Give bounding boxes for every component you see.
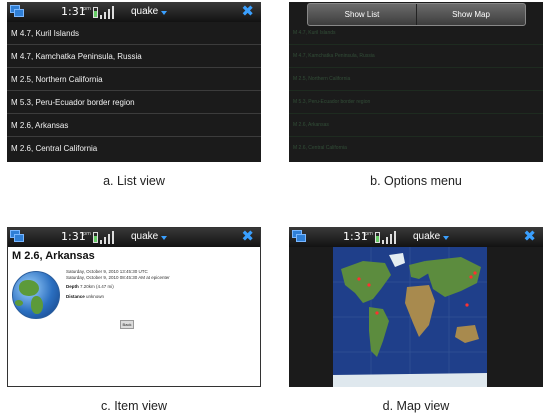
quake-title: M 2.6, Arkansas — [12, 250, 95, 262]
app-title[interactable]: quake — [131, 6, 158, 17]
dropdown-caret-icon[interactable] — [161, 236, 167, 240]
list-item: M 5.3, Peru-Ecuador border region — [289, 91, 543, 114]
show-list-button[interactable]: Show List — [308, 4, 416, 25]
close-icon[interactable]: ✖ — [241, 3, 254, 20]
clock-time: 1:31 — [61, 5, 86, 18]
earthquake-list: M 4.7, Kuril Islands M 4.7, Kamchatka Pe… — [7, 22, 261, 160]
list-item[interactable]: M 2.6, Central California — [7, 137, 261, 160]
status-icons — [93, 230, 117, 245]
clock-ampm: pm — [83, 231, 92, 237]
status-bar: 1:31 pm quake ✖ — [7, 2, 261, 22]
clock-ampm: pm — [83, 6, 92, 12]
dropdown-caret-icon[interactable] — [443, 236, 449, 240]
epicenter-time: Saturday, October 9, 2010 08:45:30 AM at… — [66, 275, 170, 280]
depth-value: 7.20km (4.47 mi) — [80, 284, 114, 289]
caption-map-view: d. Map view — [382, 399, 450, 413]
depth-label: Depth — [66, 284, 79, 289]
caption-options-menu: b. Options menu — [370, 174, 462, 188]
back-button[interactable]: Back — [120, 320, 134, 329]
options-menu-screen: M 4.7, Kuril Islands M 4.7, Kamchatka Pe… — [289, 2, 543, 162]
dropdown-caret-icon[interactable] — [161, 11, 167, 15]
caption-item-view: c. Item view — [101, 399, 167, 413]
quake-marker — [465, 303, 469, 307]
map-view-screen: 1:31 pm quake ✖ — [289, 227, 543, 387]
list-item: M 2.5, Northern California — [289, 68, 543, 91]
item-view-screen: 1:31 pm quake ✖ M 2.6, Arkansas Saturday… — [7, 227, 261, 387]
distance-label: Distance — [66, 294, 85, 299]
depth-row: Depth 7.20km (4.47 mi) — [66, 284, 114, 290]
clock-time: 1:31 — [61, 230, 86, 243]
list-item[interactable]: M 4.7, Kuril Islands — [7, 22, 261, 45]
clock-ampm: pm — [365, 231, 374, 237]
world-map[interactable] — [333, 247, 487, 387]
signal-icon — [100, 6, 116, 19]
app-title[interactable]: quake — [131, 231, 158, 242]
quake-marker — [375, 311, 379, 315]
status-bar: 1:31 pm quake ✖ — [8, 228, 260, 247]
list-item[interactable]: M 2.6, Arkansas — [7, 114, 261, 137]
battery-icon — [375, 232, 380, 243]
signal-icon — [382, 231, 398, 244]
list-item: M 2.6, Arkansas — [289, 114, 543, 137]
close-icon[interactable]: ✖ — [241, 228, 254, 245]
distance-row: Distance unknown — [66, 294, 104, 300]
task-switcher-icon[interactable] — [292, 230, 307, 243]
list-view-screen: 1:31 pm quake ✖ M 4.7, Kuril Islands M 4… — [7, 2, 261, 162]
list-item: M 2.6, Central California — [293, 145, 347, 151]
close-icon[interactable]: ✖ — [523, 228, 536, 245]
options-menu: Show List Show Map — [307, 3, 526, 26]
quake-marker — [469, 275, 473, 279]
quake-marker — [357, 277, 361, 281]
task-switcher-icon[interactable] — [10, 5, 25, 18]
app-title[interactable]: quake — [413, 231, 440, 242]
quake-marker — [367, 283, 371, 287]
distance-value: unknown — [86, 294, 105, 299]
list-item[interactable]: M 2.5, Northern California — [7, 68, 261, 91]
list-item: M 4.7, Kamchatka Peninsula, Russia — [289, 45, 543, 68]
quake-marker — [473, 271, 477, 275]
clock-time: 1:31 — [343, 230, 368, 243]
list-item[interactable]: M 4.7, Kamchatka Peninsula, Russia — [7, 45, 261, 68]
status-icons — [375, 230, 399, 245]
task-switcher-icon[interactable] — [10, 230, 25, 243]
antarctica-shape — [333, 373, 487, 387]
battery-icon — [93, 232, 98, 243]
caption-list-view: a. List view — [103, 174, 165, 188]
status-bar: 1:31 pm quake ✖ — [289, 227, 543, 247]
list-item[interactable]: M 5.3, Peru-Ecuador border region — [7, 91, 261, 114]
signal-icon — [100, 231, 116, 244]
show-map-button[interactable]: Show Map — [416, 4, 525, 25]
dimmed-list: M 4.7, Kuril Islands M 4.7, Kamchatka Pe… — [289, 22, 543, 160]
globe-icon — [12, 271, 60, 319]
battery-icon — [93, 7, 98, 18]
status-icons — [93, 5, 117, 20]
